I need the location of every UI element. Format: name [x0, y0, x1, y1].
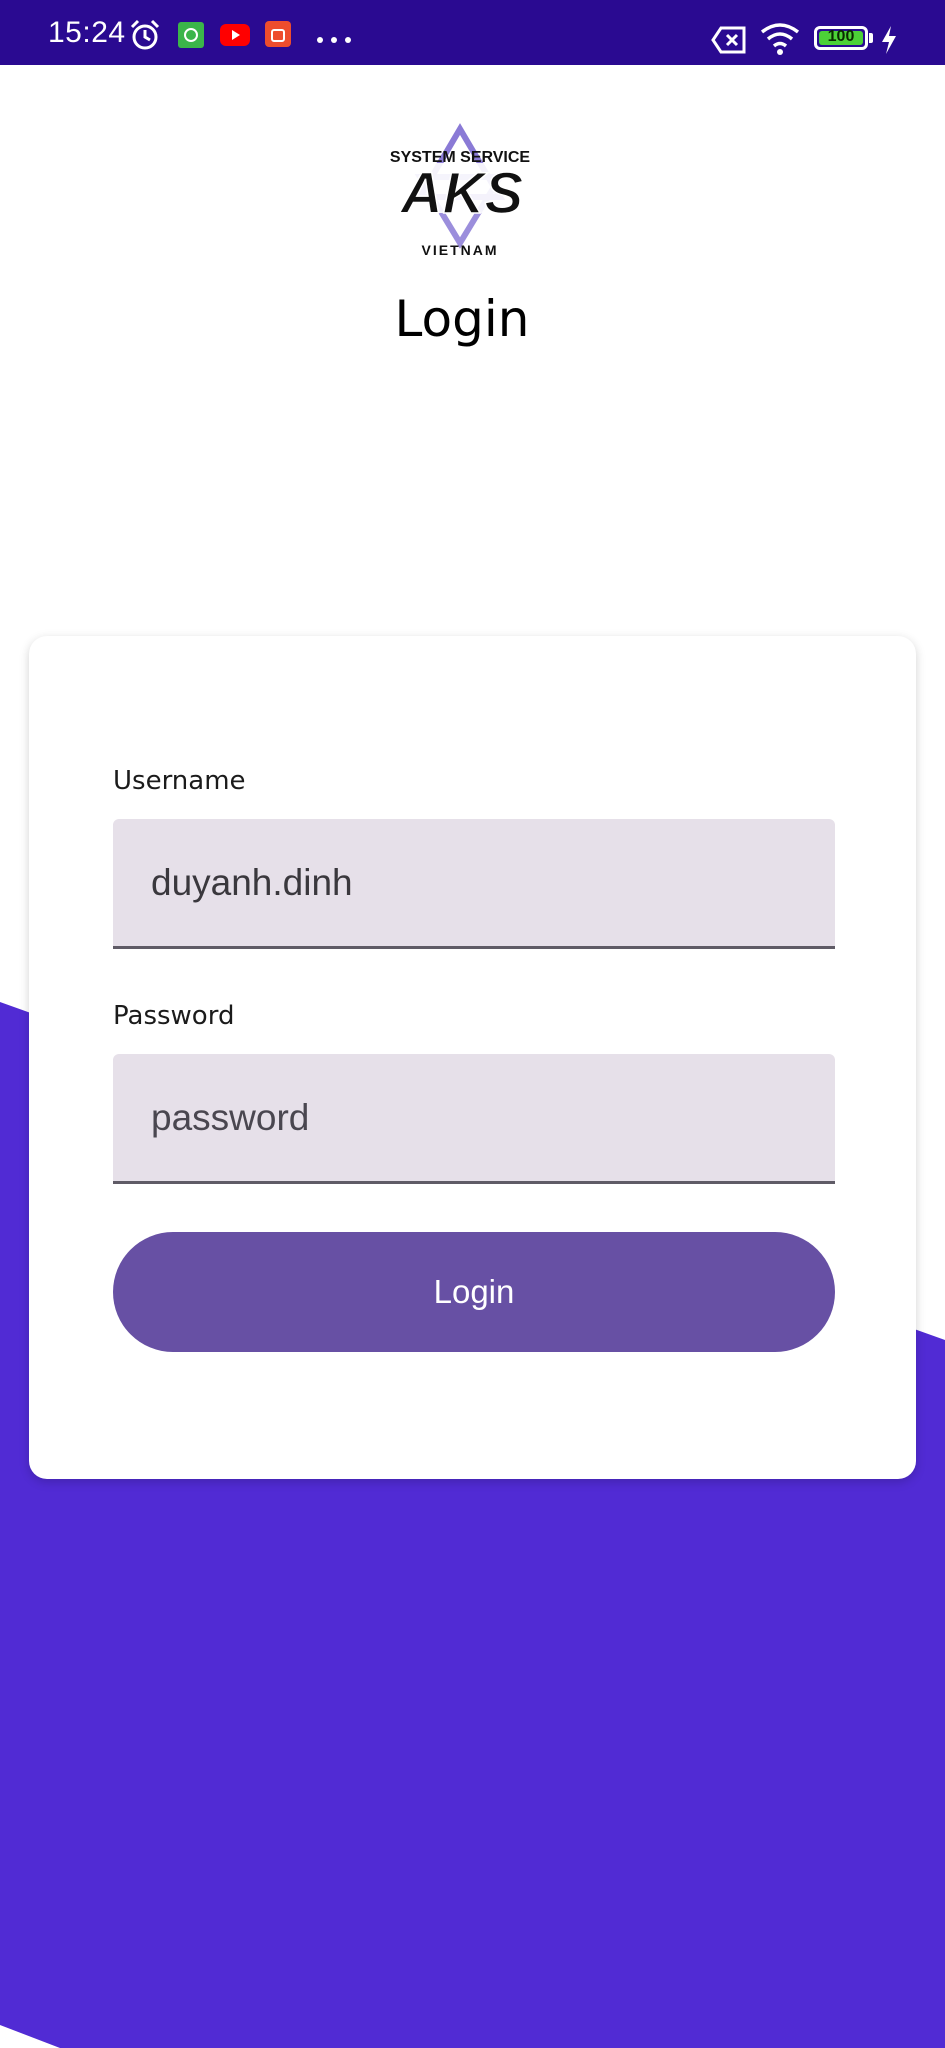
- login-card: Username Password Login: [29, 636, 916, 1479]
- aks-logo: SYSTEM SERVICE AKS VIETNAM: [375, 123, 545, 258]
- wifi-icon: [760, 23, 800, 55]
- status-bar: 15:24 100: [0, 0, 945, 65]
- username-label: Username: [113, 766, 246, 796]
- android-app-icon: [178, 22, 204, 48]
- alarm-icon: [130, 19, 160, 50]
- charging-icon: [882, 26, 896, 54]
- more-dots-icon: [317, 37, 351, 43]
- login-button[interactable]: Login: [113, 1232, 835, 1352]
- shop-app-icon: [265, 21, 291, 47]
- svg-text:AKS: AKS: [399, 161, 524, 226]
- status-time: 15:24: [48, 16, 126, 49]
- battery-icon: 100: [814, 26, 868, 50]
- username-field[interactable]: [151, 819, 791, 946]
- battery-level: 100: [827, 28, 855, 45]
- password-label: Password: [113, 1001, 235, 1031]
- username-field-container: [113, 819, 835, 949]
- page-title: Login: [394, 290, 530, 348]
- no-sim-icon: [711, 26, 746, 54]
- password-field-container: [113, 1054, 835, 1184]
- youtube-icon: [220, 24, 250, 46]
- svg-text:VIETNAM: VIETNAM: [422, 242, 499, 258]
- password-field[interactable]: [151, 1054, 791, 1181]
